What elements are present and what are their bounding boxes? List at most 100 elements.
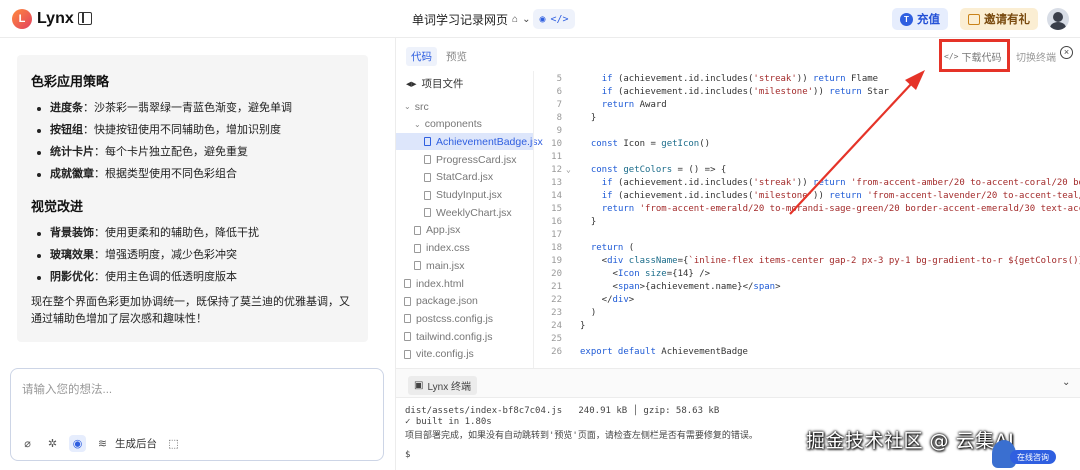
bullet-dot [37, 253, 41, 258]
file-tree-header: ◂▸ 项目文件 [406, 76, 464, 91]
file-tree: ◂▸ 项目文件 ⌄ src ⌄ components AchievementBadge.… [396, 71, 543, 368]
code-text: </div> [580, 295, 635, 305]
app-logo[interactable]: L Lynx [12, 9, 74, 29]
tree-file[interactable]: tailwind.config.js [396, 328, 533, 345]
file-icon [424, 137, 431, 147]
code-line: 6 if (achievement.id.includes('milestone… [534, 87, 1080, 100]
bullet-item: 按钮组：快捷按钮使用不同辅助色，增加识别度 [37, 124, 354, 137]
chevron-down-icon[interactable]: ⌄ [1062, 377, 1070, 388]
tree-item-label: App.jsx [426, 224, 461, 237]
chat-mode-icon[interactable]: ◉ [69, 435, 86, 452]
code-icon[interactable]: </> [550, 14, 568, 25]
tree-file[interactable]: package.json [396, 293, 533, 310]
bullet-item: 统计卡片：每个卡片独立配色，避免重复 [37, 146, 354, 159]
bullet-item: 玻璃效果：增强透明度，减少色彩冲突 [37, 249, 354, 262]
download-code-button[interactable]: </> 下载代码 [944, 49, 1001, 64]
line-number: 17 [551, 230, 562, 240]
tree-file[interactable]: index.html [396, 275, 533, 292]
tree-file[interactable]: AchievementBadge.jsx [396, 133, 543, 151]
charge-button[interactable]: T 充值 [892, 8, 948, 30]
bullet-dot [37, 106, 41, 111]
fold-icon[interactable]: ⌄ [566, 165, 571, 174]
switch-terminal-button[interactable]: 切换终端 [1016, 49, 1056, 64]
line-number: 21 [551, 282, 562, 292]
code-line: 10 const Icon = getIcon() [534, 139, 1080, 152]
project-title-dropdown[interactable]: 单词学习记录网页 ⌂ ⌄ [412, 11, 530, 28]
online-consult-widget[interactable]: 在线咨询 [992, 440, 1062, 468]
code-line: 24} [534, 321, 1080, 334]
line-number: 9 [556, 126, 562, 136]
bullet-desc: ：使用主色调的低透明度版本 [94, 271, 237, 283]
bullet-desc: ：使用更柔和的辅助色，降低干扰 [94, 227, 259, 239]
tab-code[interactable]: 代码 [406, 47, 437, 66]
file-icon [404, 332, 411, 342]
chevron-down-icon: ⌄ [414, 119, 421, 129]
code-text: ) [580, 308, 597, 318]
code-line: 9 [534, 126, 1080, 139]
tree-item-label: tailwind.config.js [416, 330, 493, 343]
tree-item-label: AchievementBadge.jsx [436, 135, 543, 148]
code-line: 20 <Icon size={14} /> [534, 269, 1080, 282]
bullet-term: 成就徽章 [50, 168, 94, 180]
tab-preview[interactable]: 预览 [441, 47, 472, 66]
tree-file[interactable]: index.css [396, 240, 533, 257]
invite-button[interactable]: 邀请有礼 [960, 8, 1038, 30]
terminal-line: $ [405, 450, 411, 460]
tree-item-label: index.html [416, 277, 464, 290]
tree-folder[interactable]: ⌄ components [396, 116, 533, 133]
tree-folder[interactable]: ⌄ src [396, 98, 533, 115]
generate-backend-button[interactable]: 生成后台 [115, 436, 157, 451]
tree-file[interactable]: WeeklyChart.jsx [396, 204, 533, 221]
close-icon[interactable]: × [1060, 46, 1073, 59]
view-mode-toggle[interactable]: ◉ </> [533, 9, 575, 29]
line-number: 25 [551, 334, 562, 344]
code-text: return ( [590, 243, 635, 253]
screenshot-icon[interactable]: ⬚ [165, 435, 182, 452]
file-icon [404, 279, 411, 288]
bullet-term: 进度条 [50, 102, 83, 114]
file-icon [404, 314, 411, 324]
tree-file[interactable]: App.jsx [396, 222, 533, 239]
tree-file[interactable]: ProgressCard.jsx [396, 151, 533, 168]
line-number: 15 [551, 204, 562, 214]
project-title: 单词学习记录网页 [412, 13, 509, 27]
bullet-term: 背景装饰 [50, 227, 94, 239]
tree-item-label: ProgressCard.jsx [436, 153, 517, 166]
line-number: 26 [551, 347, 562, 357]
bullet-desc: ：快捷按钮使用不同辅助色，增加识别度 [83, 124, 281, 136]
line-number: 16 [551, 217, 562, 227]
bullet-item: 进度条：沙茶彩一翡翠绿一青蓝色渐变，避免单调 [37, 102, 354, 115]
attachment-icon[interactable]: ⌀ [19, 435, 36, 452]
code-panel-tabs: 代码 预览 [406, 47, 472, 66]
chat-icon[interactable]: ◉ [539, 14, 545, 25]
bullet-desc: ：根据类型使用不同色彩组合 [94, 168, 237, 180]
bullet-item: 背景装饰：使用更柔和的辅助色，降低干扰 [37, 227, 354, 240]
code-text: if (achievement.id.includes('milestone')… [601, 87, 889, 97]
tree-file[interactable]: StudyInput.jsx [396, 187, 533, 204]
file-icon [424, 190, 431, 200]
bullet-dot [37, 150, 41, 155]
collapse-icon[interactable]: ◂▸ [406, 78, 417, 90]
tree-file[interactable]: postcss.config.js [396, 310, 533, 327]
download-code-label: 下载代码 [961, 53, 1002, 64]
tree-item-label: WeeklyChart.jsx [436, 206, 512, 219]
terminal-line: dist/assets/index-bf8c7c04.js 240.91 kB … [405, 406, 720, 416]
code-icon: </> [944, 52, 959, 61]
magic-icon[interactable]: ✲ [44, 435, 61, 452]
charge-label: 充值 [917, 14, 940, 26]
chat-input-placeholder[interactable]: 请输入您的想法... [22, 381, 112, 397]
database-icon[interactable]: ≋ [94, 435, 111, 452]
code-editor[interactable]: 5 if (achievement.id.includes('streak'))… [533, 71, 1080, 368]
tree-file[interactable]: vite.config.js [396, 346, 533, 363]
tree-file[interactable]: StatCard.jsx [396, 169, 533, 186]
line-number: 11 [551, 152, 562, 162]
bullet-dot [37, 128, 41, 133]
chat-input-box[interactable]: 请输入您的想法... ⌀ ✲ ◉ ≋ 生成后台 ⬚ [10, 368, 384, 461]
tree-file[interactable]: main.jsx [396, 257, 533, 274]
tree-item-label: components [424, 118, 482, 131]
user-avatar[interactable] [1047, 8, 1069, 30]
terminal-tab[interactable]: ▣ Lynx 终端 [408, 376, 477, 395]
code-text: } [580, 217, 597, 227]
code-text: if (achievement.id.includes('milestone')… [601, 191, 1080, 201]
sidebar-toggle-icon[interactable] [78, 12, 92, 25]
